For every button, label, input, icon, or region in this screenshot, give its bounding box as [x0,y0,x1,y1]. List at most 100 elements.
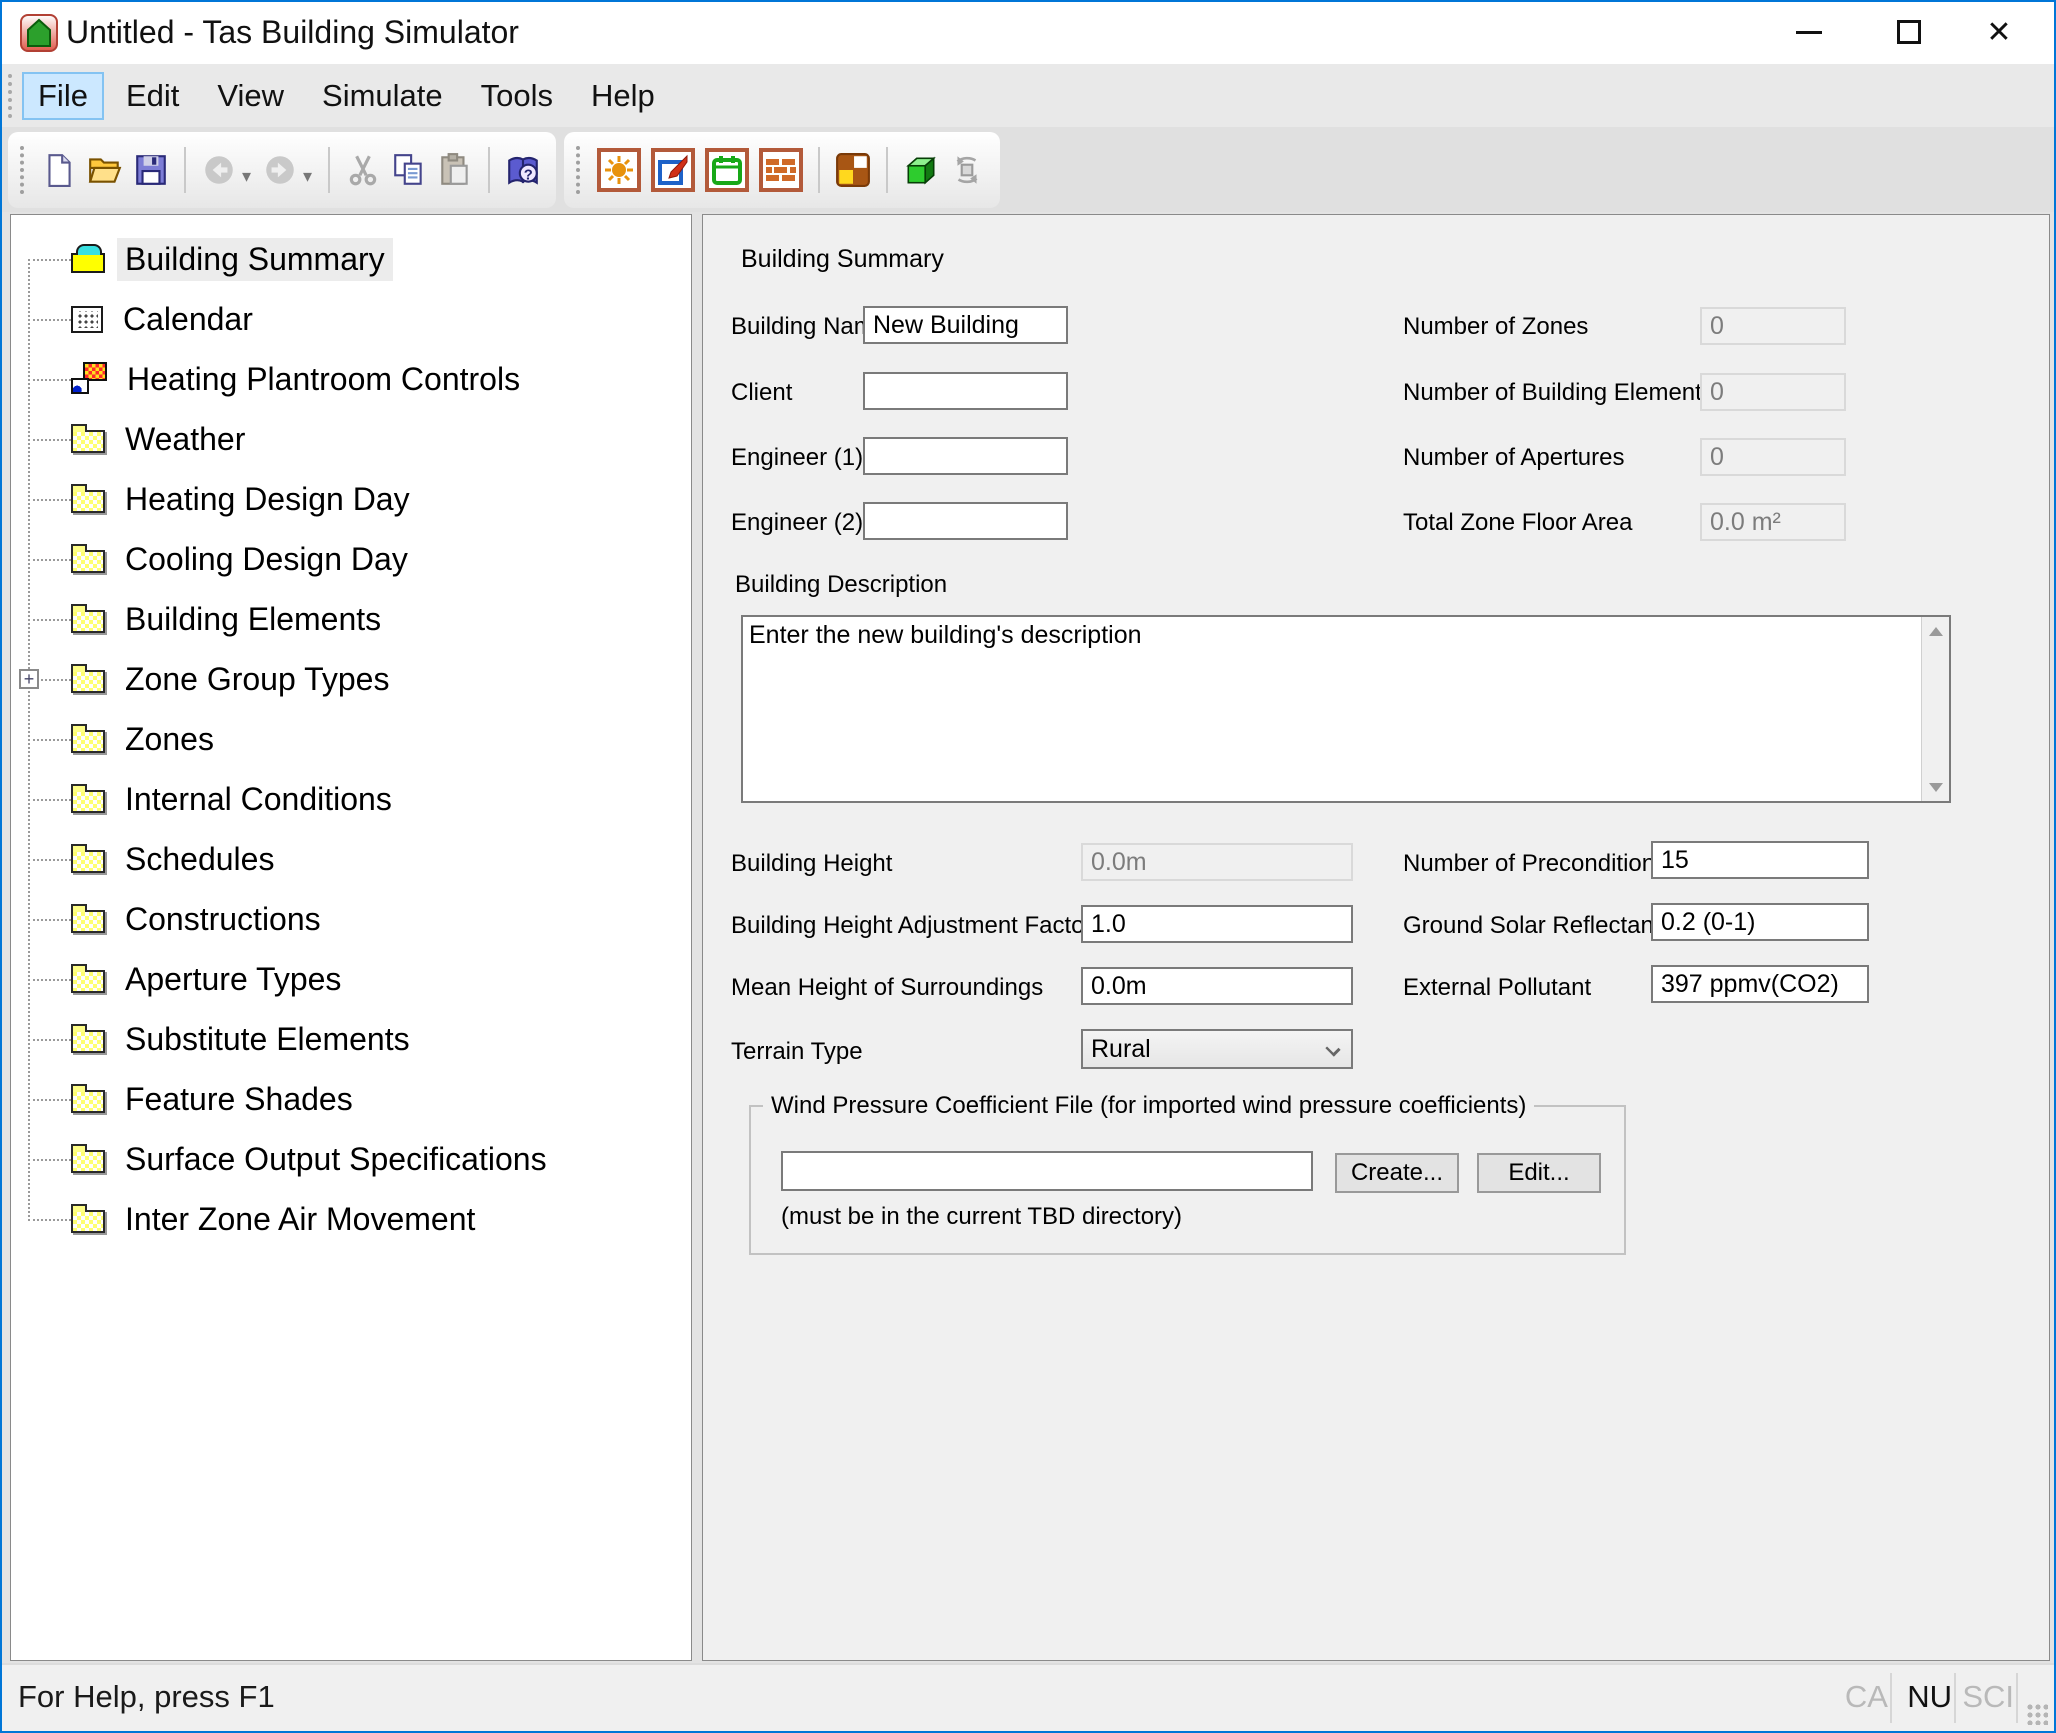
external-pollutant-input[interactable] [1651,965,1869,1003]
calendar-icon [71,305,103,333]
create-button[interactable]: Create... [1335,1153,1459,1193]
folder-icon [71,723,105,753]
rotate-3d-icon[interactable] [947,150,987,190]
back-icon[interactable] [199,150,239,190]
tree-item-building-summary[interactable]: Building Summary [11,229,691,289]
navigation-tree-panel: Building Summary Calendar Heating Plantroo… [10,214,692,1661]
view-3d-cube-icon[interactable] [901,150,941,190]
weather-sun-icon[interactable] [597,147,642,192]
tree-item-heating-design-day[interactable]: Heating Design Day [11,469,691,529]
chevron-down-icon [1325,1041,1341,1057]
menu-simulate[interactable]: Simulate [306,72,459,120]
tree-item-label: Building Elements [125,600,382,637]
menu-view[interactable]: View [201,72,300,120]
tree-item-label: Constructions [125,900,321,937]
app-window: Untitled - Tas Building Simulator ✕ File… [0,0,2056,1733]
menu-tools[interactable]: Tools [465,72,569,120]
tree-item-label: Inter Zone Air Movement [125,1200,476,1237]
schedules-calendar-icon[interactable] [705,147,750,192]
copy-icon[interactable] [389,150,429,190]
menu-gripper [8,73,14,118]
expand-plus-icon[interactable]: + [19,669,39,689]
folder-icon [71,1083,105,1113]
open-file-icon[interactable] [85,150,125,190]
client-area: Building Summary Calendar Heating Plantroo… [2,212,2054,1665]
plantroom-controls-icon [71,362,107,394]
help-book-icon[interactable]: ? [503,150,543,190]
num-zones-label: Number of Zones [1403,313,1589,340]
toolbar: ▾ ▾ ? [2,127,2054,212]
tree-item-substitute-elements[interactable]: Substitute Elements [11,1009,691,1069]
status-help-text: For Help, press F1 [18,1679,275,1714]
wind-file-note: (must be in the current TBD directory) [781,1203,1183,1230]
tree-item-label: Zones [125,720,214,757]
total-floor-area-label: Total Zone Floor Area [1403,509,1633,536]
save-icon[interactable] [131,150,171,190]
building-description-textarea[interactable]: Enter the new building's description [741,615,1951,803]
zones-icon[interactable] [833,150,873,190]
toolbar-separator [328,146,331,193]
height-adjustment-input[interactable] [1081,905,1353,943]
folder-icon [71,423,105,453]
tree-item-calendar[interactable]: Calendar [11,289,691,349]
forward-icon[interactable] [260,150,300,190]
client-label: Client [731,379,793,406]
description-scrollbar[interactable] [1921,617,1949,801]
client-input[interactable] [863,372,1068,410]
resize-grip[interactable] [2026,1703,2048,1725]
engineer1-input[interactable] [863,437,1068,475]
folder-icon [71,963,105,993]
tree-item-aperture-types[interactable]: Aperture Types [11,949,691,1009]
forward-dropdown-caret[interactable]: ▾ [303,166,312,187]
tree-item-inter-zone-air-movement[interactable]: Inter Zone Air Movement [11,1189,691,1249]
menu-help[interactable]: Help [575,72,671,120]
minimize-button[interactable] [1764,2,1854,62]
cut-icon[interactable] [343,150,383,190]
new-file-icon[interactable] [39,150,79,190]
tree-item-feature-shades[interactable]: Feature Shades [11,1069,691,1129]
scroll-down-icon[interactable] [1922,773,1950,801]
mean-height-input[interactable] [1081,967,1353,1005]
minimize-icon [1796,30,1822,34]
num-apertures-value [1700,438,1846,476]
tree-item-zone-group-types[interactable]: + Zone Group Types [11,649,691,709]
toolbar-separator [488,146,491,193]
tree-item-building-elements[interactable]: Building Elements [11,589,691,649]
tree-item-internal-conditions[interactable]: Internal Conditions [11,769,691,829]
internal-conditions-icon[interactable] [651,147,696,192]
paste-icon[interactable] [435,150,475,190]
num-apertures-label: Number of Apertures [1403,444,1625,471]
maximize-button[interactable] [1864,2,1954,62]
window-title: Untitled - Tas Building Simulator [66,14,519,50]
panel-caption: Building Summary [741,245,944,273]
tree-item-label: Substitute Elements [125,1020,410,1057]
tree-item-weather[interactable]: Weather [11,409,691,469]
tree-item-label: Building Summary [117,237,393,281]
num-zones-value [1700,307,1846,345]
tree-item-cooling-design-day[interactable]: Cooling Design Day [11,529,691,589]
tree-item-zones[interactable]: Zones [11,709,691,769]
tree-item-schedules[interactable]: Schedules [11,829,691,889]
wind-file-input[interactable] [781,1151,1313,1191]
ground-solar-reflectance-input[interactable] [1651,903,1869,941]
scroll-up-icon[interactable] [1922,617,1950,645]
tree-item-label: Feature Shades [125,1080,353,1117]
terrain-type-select[interactable]: Rural [1081,1029,1353,1069]
menu-file[interactable]: File [22,71,104,120]
tas-house-icon [20,14,58,52]
constructions-bricks-icon[interactable] [759,147,804,192]
tree-item-heating-plantroom-controls[interactable]: Heating Plantroom Controls [11,349,691,409]
back-dropdown-caret[interactable]: ▾ [242,166,251,187]
menu-edit[interactable]: Edit [110,72,195,120]
edit-button[interactable]: Edit... [1477,1153,1601,1193]
tree-item-surface-output-specifications[interactable]: Surface Output Specifications [11,1129,691,1189]
building-description-text: Enter the new building's description [749,621,1142,649]
building-name-input[interactable] [863,306,1068,344]
status-divider [1890,1673,1892,1723]
status-divider [2016,1673,2018,1723]
terrain-type-value: Rural [1091,1034,1151,1063]
preconditioning-days-input[interactable] [1651,841,1869,879]
close-button[interactable]: ✕ [1954,2,2044,62]
engineer2-input[interactable] [863,502,1068,540]
tree-item-constructions[interactable]: Constructions [11,889,691,949]
